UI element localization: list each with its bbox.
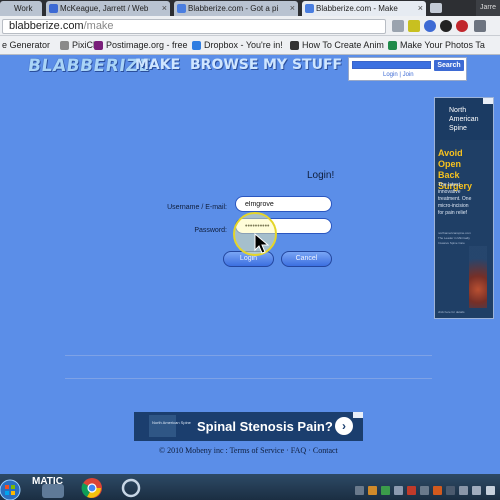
close-tab-icon[interactable]: × [162,1,167,16]
ad-brand: North American Spine [449,107,479,132]
bookmark-label: Postimage.org - free [106,40,188,50]
start-button-icon[interactable] [0,478,32,500]
settings-menu-icon[interactable] [474,20,486,32]
blabberize-favicon-icon [177,4,186,13]
app-icon[interactable] [120,478,142,498]
tab-label: Work [14,4,33,13]
url-domain: blabberize.com [9,20,84,32]
spine-image [469,246,487,308]
new-tab-button[interactable] [430,3,442,13]
ad-logo-tile [149,415,176,437]
tab-label: McKeague, Jarrett / Web [60,4,149,13]
tray-icon[interactable] [381,486,390,495]
tray-icon[interactable] [446,486,455,495]
tab-work[interactable]: Work [0,1,42,16]
tray-icon[interactable] [368,486,377,495]
pixiclip-icon [60,41,69,50]
tray-icon[interactable] [433,486,442,495]
tab-label: Blabberize.com - Make [316,4,398,13]
search-input[interactable] [352,61,431,69]
bookmark-label: Dropbox - You're in! [204,40,283,50]
content-divider [65,355,432,379]
ad-footer: click here for details [438,310,465,314]
password-label: Password: [194,227,227,234]
faq-link[interactable]: FAQ [291,446,306,455]
tray-icon[interactable] [472,486,481,495]
cancel-button[interactable]: Cancel [281,251,332,267]
tray-icon[interactable] [394,486,403,495]
footer-separator: · [284,446,291,455]
extension-icon[interactable] [424,20,436,32]
blabberize-logo[interactable]: BLABBERIZE [27,56,153,76]
profile-label: Jarre [476,0,500,16]
bookmarks-bar: e Generator PixiClip Postimage.org - fre… [0,36,500,55]
side-advertisement[interactable]: North American Spine Avoid Open Back Sur… [434,97,494,319]
tray-icon[interactable] [486,486,495,495]
postimage-icon [94,41,103,50]
browser-tab-bar: Work McKeague, Jarrett / Web × Blabberiz… [0,0,500,16]
close-tab-icon[interactable]: × [418,1,423,16]
arrow-right-icon[interactable]: › [335,417,353,435]
nav-make[interactable]: MAKE [135,57,180,73]
photo-app-icon [388,41,397,50]
address-bar-row: blabberize.com/make [0,16,500,36]
bookmark-label: Make Your Photos Ta [400,40,485,50]
login-title: Login! [307,170,335,181]
ad-small-print: northamericanspine.com The Leader in Min… [438,231,471,245]
ad-body: The latest innovative treatment. One mic… [438,182,472,216]
file-explorer-icon[interactable] [42,484,64,498]
adchoices-icon[interactable] [353,412,363,418]
mouse-pointer-icon [254,233,270,254]
tray-icon[interactable] [407,486,416,495]
tab-blabberize-gotpic[interactable]: Blabberize.com - Got a pi × [174,1,298,16]
site-search: Search Login | Join [348,57,467,81]
webpage-favicon-icon [49,4,58,13]
terms-link[interactable]: Terms of Service [230,446,285,455]
bookmark-label: How To Create Anim [302,40,384,50]
username-label: Username / E-mail: [167,204,227,211]
ad-brand: North American Spine [152,420,191,425]
site-footer: © 2010 Mobeny inc : Terms of Service · F… [159,446,338,455]
tab-mckeague[interactable]: McKeague, Jarrett / Web × [46,1,170,16]
chrome-icon[interactable] [80,477,104,499]
extension-icon[interactable] [440,20,452,32]
bookmark-label: e Generator [2,40,51,50]
tray-icon[interactable] [420,486,429,495]
username-field[interactable] [235,196,332,212]
url-path: /make [83,20,114,32]
bottom-advertisement[interactable]: North American Spine Spinal Stenosis Pai… [134,412,363,441]
footer-separator: · [306,446,313,455]
tray-icon[interactable] [459,486,468,495]
address-bar[interactable]: blabberize.com/make [2,19,386,34]
nav-my-stuff[interactable]: MY STUFF [263,57,342,73]
extension-icon[interactable] [456,20,468,32]
tray-icon[interactable] [355,486,364,495]
film-icon [290,41,299,50]
account-links[interactable]: Login | Join [383,72,414,78]
search-button[interactable]: Search [434,60,464,71]
bookmark-item[interactable]: Dropbox - You're in! [192,39,283,52]
bookmark-item[interactable]: e Generator [0,39,50,52]
ad-headline: Spinal Stenosis Pain? [197,419,333,434]
bookmark-item[interactable]: Postimage.org - free [94,39,188,52]
bookmark-item[interactable]: Make Your Photos Ta [388,39,485,52]
contact-link[interactable]: Contact [313,446,338,455]
bookmark-star-icon[interactable] [408,20,420,32]
adchoices-icon[interactable] [483,98,493,104]
copyright-text: © 2010 Mobeny inc [159,446,224,455]
video-camera-icon[interactable] [392,20,404,32]
close-tab-icon[interactable]: × [290,1,295,16]
nav-browse[interactable]: BROWSE [190,57,258,73]
blabberize-favicon-icon [305,4,314,13]
tab-label: Blabberize.com - Got a pi [188,4,279,13]
bookmark-item[interactable]: How To Create Anim [290,39,384,52]
dropbox-icon [192,41,201,50]
tab-blabberize-make[interactable]: Blabberize.com - Make × [302,1,426,16]
